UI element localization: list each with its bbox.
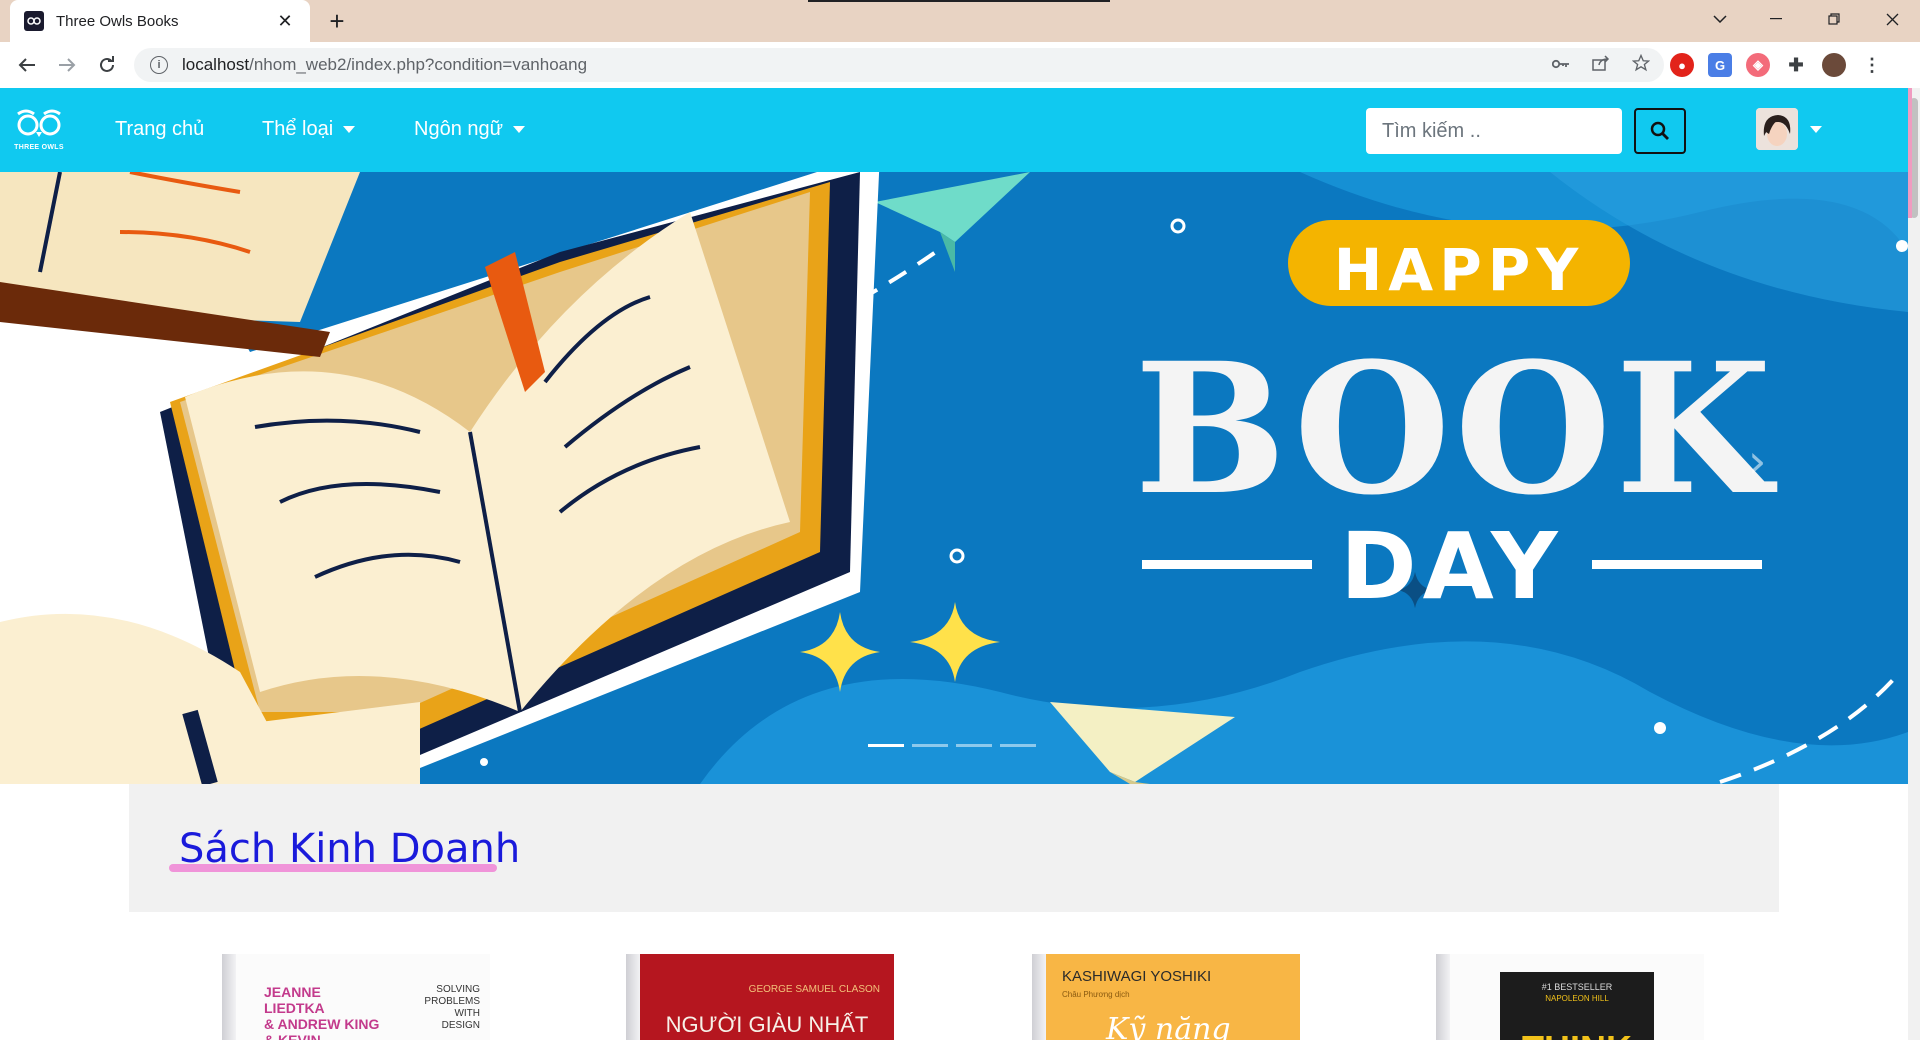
hero-carousel: HAPPY BOOK DAY ‹ ›: [0, 172, 1908, 784]
chevron-down-icon: [513, 126, 526, 133]
menu-dots-icon[interactable]: ⋮: [1860, 53, 1884, 77]
carousel-indicator-4[interactable]: [1000, 744, 1036, 747]
translate-extension-icon[interactable]: G: [1708, 53, 1732, 77]
site-info-icon[interactable]: i: [150, 56, 168, 74]
search-input[interactable]: [1366, 108, 1622, 154]
url-text: localhost/nhom_web2/index.php?condition=…: [182, 55, 588, 74]
browser-tab[interactable]: Three Owls Books ✕: [10, 0, 310, 42]
section-title[interactable]: Sách Kinh Doanh: [179, 826, 520, 872]
book-card[interactable]: #1 BESTSELLER NAPOLEON HILL THINK: [1436, 954, 1704, 1040]
book-list: JEANNE LIEDTKA & ANDREW KING & KEVIN BEN…: [0, 950, 1908, 1040]
search-button[interactable]: [1634, 108, 1686, 154]
book-title: NGƯỜI GIÀU NHẤT: [665, 1012, 869, 1037]
three-owls-logo[interactable]: THREE OWLS: [14, 106, 64, 154]
reload-icon[interactable]: [92, 50, 122, 80]
banner-happy: HAPPY: [1334, 236, 1584, 304]
close-window-icon[interactable]: [1864, 0, 1920, 38]
nav-home[interactable]: Trang chủ: [115, 118, 204, 141]
category-section-header: Sách Kinh Doanh: [129, 784, 1779, 912]
title-strip: [808, 0, 1110, 2]
book-day-banner: HAPPY BOOK DAY: [0, 172, 1908, 784]
book-cover: KASHIWAGI YOSHIKI Châu Phương dịch Kỹ nă…: [1046, 954, 1300, 1040]
carousel-prev-icon[interactable]: ‹: [132, 434, 150, 488]
browser-titlebar: Three Owls Books ✕ +: [0, 0, 1920, 42]
site-navbar: THREE OWLS Trang chủ Thể loại Ngôn ngữ: [0, 88, 1908, 172]
book-card[interactable]: JEANNE LIEDTKA & ANDREW KING & KEVIN BEN…: [222, 954, 490, 1040]
book-author: GEORGE SAMUEL CLASON: [748, 984, 880, 995]
nav-home-label: Trang chủ: [115, 118, 205, 140]
banner-day: DAY: [1340, 513, 1563, 620]
book-author: KASHIWAGI YOSHIKI: [1062, 968, 1212, 985]
nav-category-dropdown[interactable]: Thể loại: [262, 118, 356, 141]
book-subtitle: SOLVING PROBLEMS WITH DESIGN: [424, 984, 480, 1031]
address-bar[interactable]: i localhost/nhom_web2/index.php?conditio…: [134, 48, 1664, 82]
carousel-indicator-3[interactable]: [956, 744, 992, 747]
nav-language-dropdown[interactable]: Ngôn ngữ: [414, 118, 526, 141]
book-title: THINK: [1500, 1028, 1654, 1040]
restore-icon[interactable]: [1806, 0, 1862, 38]
adblock-extension-icon[interactable]: ●: [1670, 53, 1694, 77]
search-icon: [1650, 121, 1669, 140]
book-cover: GEORGE SAMUEL CLASON NGƯỜI GIÀU NHẤT: [640, 954, 894, 1040]
forward-icon[interactable]: [52, 50, 82, 80]
nav-language-label: Ngôn ngữ: [414, 118, 504, 140]
user-avatar[interactable]: [1756, 108, 1798, 150]
scroll-edge-accent: [1908, 88, 1912, 218]
chevron-down-icon: [343, 126, 356, 133]
minimize-icon[interactable]: [1748, 0, 1804, 38]
tab-title: Three Owls Books: [56, 12, 179, 30]
tab-close-icon[interactable]: ✕: [274, 11, 296, 32]
shield-extension-icon[interactable]: ◈: [1746, 53, 1770, 77]
user-menu-caret-icon[interactable]: [1810, 126, 1822, 133]
extensions-puzzle-icon[interactable]: ✚: [1784, 53, 1808, 77]
tab-search-icon[interactable]: [1692, 0, 1748, 38]
page-scrollbar[interactable]: [1908, 88, 1920, 1040]
carousel-indicators: [868, 744, 1036, 747]
book-badge: #1 BESTSELLER: [1541, 982, 1613, 992]
book-cover: JEANNE LIEDTKA & ANDREW KING & KEVIN BEN…: [236, 954, 490, 1040]
book-author: JEANNE LIEDTKA & ANDREW KING & KEVIN BEN…: [264, 984, 380, 1040]
carousel-indicator-2[interactable]: [912, 744, 948, 747]
carousel-next-icon[interactable]: ›: [1748, 434, 1766, 488]
book-cover: #1 BESTSELLER NAPOLEON HILL THINK: [1450, 954, 1704, 1040]
bookmark-star-icon[interactable]: [1631, 53, 1651, 77]
banner-book: BOOK: [1134, 324, 1777, 535]
profile-avatar-icon[interactable]: [1822, 53, 1846, 77]
book-card[interactable]: KASHIWAGI YOSHIKI Châu Phương dịch Kỹ nă…: [1032, 954, 1300, 1040]
nav-category-label: Thể loại: [262, 118, 334, 140]
book-card[interactable]: GEORGE SAMUEL CLASON NGƯỜI GIÀU NHẤT: [626, 954, 894, 1040]
browser-toolbar: i localhost/nhom_web2/index.php?conditio…: [0, 42, 1920, 88]
owl-favicon-icon: [24, 11, 44, 31]
book-author: NAPOLEON HILL: [1545, 994, 1609, 1003]
book-title: Kỹ năng: [1106, 1012, 1231, 1040]
share-icon[interactable]: [1592, 54, 1610, 76]
carousel-indicator-1[interactable]: [868, 744, 904, 747]
logo-caption: THREE OWLS: [14, 144, 64, 151]
key-icon[interactable]: [1551, 56, 1570, 74]
new-tab-button[interactable]: +: [322, 6, 352, 36]
back-icon[interactable]: [12, 50, 42, 80]
book-translator: Châu Phương dịch: [1062, 990, 1130, 999]
